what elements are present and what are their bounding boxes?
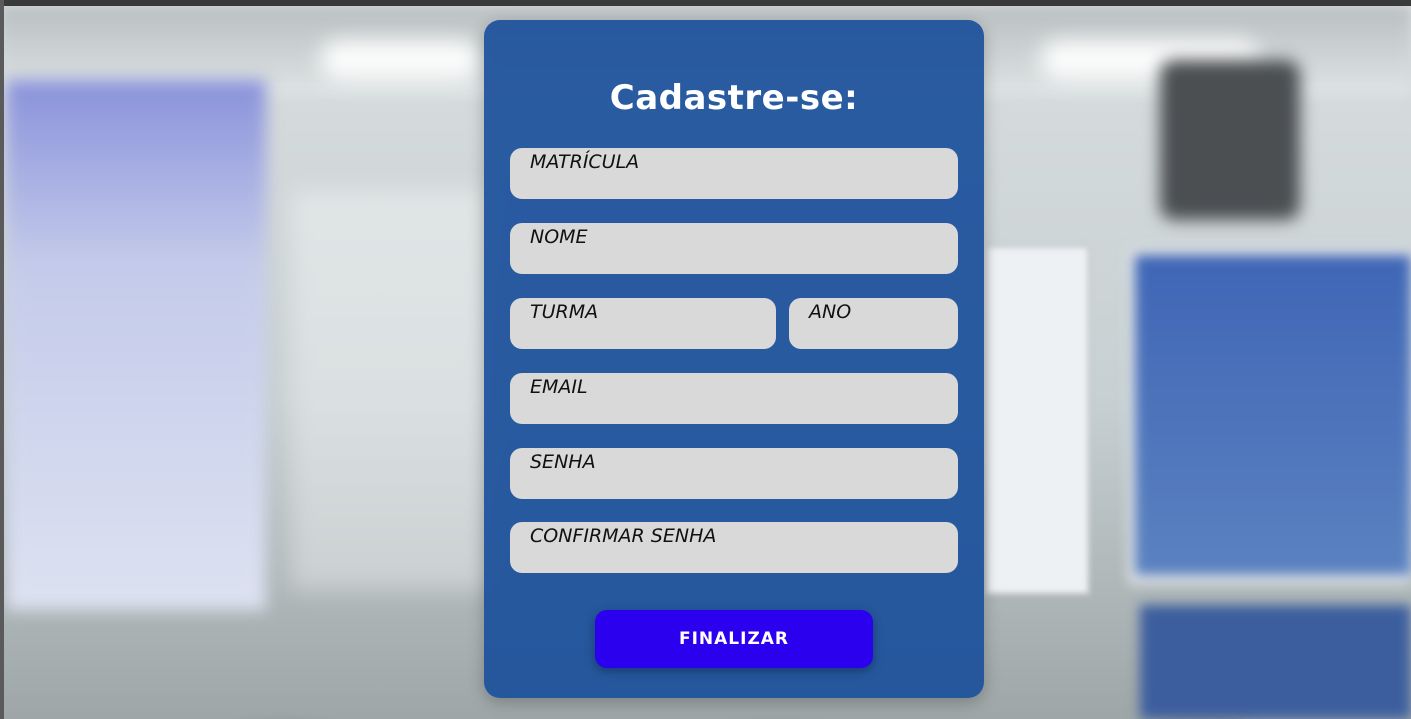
confirmar-senha-placeholder: CONFIRMAR SENHA [530, 525, 717, 547]
senha-field[interactable]: SENHA [510, 448, 958, 499]
email-placeholder: EMAIL [530, 376, 588, 398]
nome-field[interactable]: NOME [510, 223, 958, 274]
finalizar-button[interactable]: FINALIZAR [595, 610, 873, 668]
senha-placeholder: SENHA [530, 451, 596, 473]
ano-placeholder: ANO [809, 301, 852, 323]
email-field[interactable]: EMAIL [510, 373, 958, 424]
form-title: Cadastre-se: [609, 78, 859, 118]
ano-field[interactable]: ANO [789, 298, 958, 349]
turma-placeholder: TURMA [530, 301, 599, 323]
signup-card: Cadastre-se: MATRÍCULA NOME TURMA ANO EM… [484, 20, 984, 698]
matricula-placeholder: MATRÍCULA [530, 151, 640, 173]
turma-field[interactable]: TURMA [510, 298, 776, 349]
matricula-field[interactable]: MATRÍCULA [510, 148, 958, 199]
nome-placeholder: NOME [530, 226, 588, 248]
confirmar-senha-field[interactable]: CONFIRMAR SENHA [510, 522, 958, 573]
